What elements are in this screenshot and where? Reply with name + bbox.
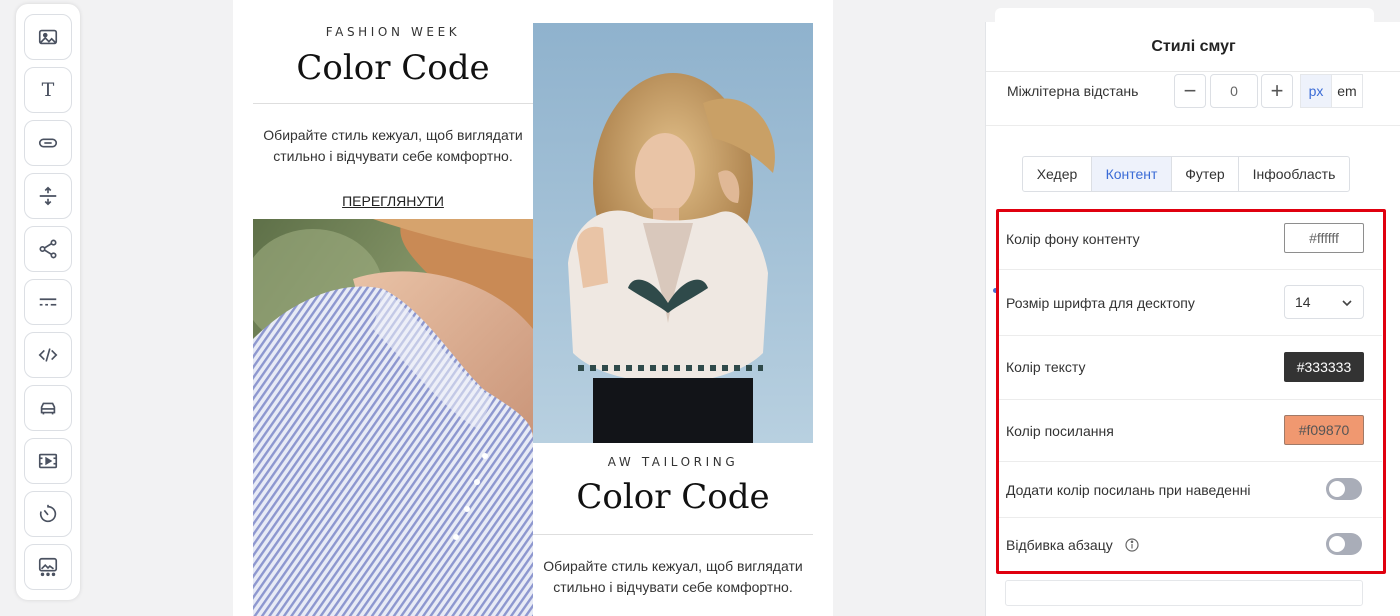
paragraph-spacing-label-wrap: Відбивка абзацу bbox=[1006, 537, 1139, 553]
next-setting-field bbox=[1005, 580, 1363, 606]
text-color-label: Колір тексту bbox=[1006, 359, 1086, 375]
text-color-picker[interactable]: #333333 bbox=[1284, 352, 1364, 382]
right-headline: Color Code bbox=[576, 477, 770, 517]
spacer-block-button[interactable] bbox=[24, 173, 72, 219]
timer-block-button[interactable] bbox=[24, 491, 72, 537]
info-icon[interactable] bbox=[1125, 538, 1139, 552]
menu-block-button[interactable] bbox=[24, 385, 72, 431]
divider-block-button[interactable] bbox=[24, 279, 72, 325]
paragraph-spacing-row: Відбивка абзацу bbox=[998, 518, 1382, 572]
text-block-icon: T bbox=[41, 79, 55, 101]
unit-px-button[interactable]: px bbox=[1300, 74, 1332, 108]
hover-link-color-row: Додати колір посилань при наведенні bbox=[998, 462, 1382, 518]
letter-spacing-decrease-button[interactable]: − bbox=[1174, 74, 1206, 108]
tab-footer[interactable]: Футер bbox=[1172, 157, 1239, 191]
link-color-picker[interactable]: #f09870 bbox=[1284, 415, 1364, 445]
toggle-knob bbox=[1329, 481, 1345, 497]
striped-shirt-photo bbox=[253, 219, 533, 616]
block-toolbar: T bbox=[16, 4, 80, 600]
letter-spacing-increase-button[interactable]: + bbox=[1261, 74, 1293, 108]
panel-title: Стилі смуг bbox=[986, 22, 1400, 72]
content-bg-color-row: Колір фону контенту #ffffff bbox=[998, 212, 1382, 270]
video-block-button[interactable] bbox=[24, 438, 72, 484]
tab-content[interactable]: Контент bbox=[1092, 157, 1172, 191]
right-content-column: AW TAILORING Color Code Обирайте стиль к… bbox=[533, 0, 813, 616]
section-tabs: Хедер Контент Футер Інфообласть bbox=[1022, 156, 1350, 192]
desktop-font-size-label: Розмір шрифта для десктопу bbox=[1006, 295, 1195, 311]
hover-link-color-label: Додати колір посилань при наведенні bbox=[1006, 482, 1251, 498]
left-body-line-1: Обирайте стиль кежуал, щоб виглядати bbox=[263, 127, 523, 143]
right-body-line-2: стильно і відчувати себе комфортно. bbox=[553, 579, 793, 595]
tab-info-area[interactable]: Інфообласть bbox=[1239, 157, 1349, 191]
banner-block-button[interactable] bbox=[24, 544, 72, 590]
text-block-button[interactable]: T bbox=[24, 67, 72, 113]
paragraph-spacing-label: Відбивка абзацу bbox=[1006, 537, 1113, 553]
link-color-row: Колір посилання #f09870 bbox=[998, 400, 1382, 462]
link-color-label: Колір посилання bbox=[1006, 423, 1114, 439]
button-block-icon bbox=[38, 138, 58, 148]
toggle-knob bbox=[1329, 536, 1345, 552]
timer-block-icon bbox=[39, 504, 57, 523]
content-bg-color-label: Колір фону контенту bbox=[1006, 231, 1140, 247]
desktop-font-size-row: Розмір шрифта для десктопу 14 bbox=[998, 270, 1382, 336]
left-kicker: FASHION WEEK bbox=[325, 25, 461, 39]
text-color-row: Колір тексту #333333 bbox=[998, 336, 1382, 400]
right-divider bbox=[533, 534, 813, 535]
button-block-button[interactable] bbox=[24, 120, 72, 166]
left-content-column: FASHION WEEK Color Code Обирайте стиль к… bbox=[253, 0, 533, 616]
hover-link-color-toggle[interactable] bbox=[1326, 478, 1362, 500]
divider-block-icon bbox=[39, 298, 57, 306]
right-body-line-1: Обирайте стиль кежуал, щоб виглядати bbox=[543, 558, 803, 574]
html-block-icon bbox=[38, 348, 58, 362]
panel-separator bbox=[986, 125, 1400, 126]
view-link[interactable]: ПЕРЕГЛЯНУТИ bbox=[253, 193, 533, 209]
blonde-woman-photo bbox=[533, 23, 813, 443]
column-notch bbox=[656, 0, 690, 18]
spacer-block-icon bbox=[39, 186, 57, 206]
html-block-button[interactable] bbox=[24, 332, 72, 378]
image-block-button[interactable] bbox=[24, 14, 72, 60]
banner-block-icon bbox=[38, 557, 58, 577]
email-preview: FASHION WEEK Color Code Обирайте стиль к… bbox=[233, 0, 833, 616]
social-block-button[interactable] bbox=[24, 226, 72, 272]
left-body-line-2: стильно і відчувати себе комфортно. bbox=[273, 148, 513, 164]
left-headline: Color Code bbox=[296, 48, 490, 88]
video-block-icon bbox=[38, 453, 58, 469]
social-block-icon bbox=[39, 239, 57, 259]
tab-header[interactable]: Хедер bbox=[1023, 157, 1092, 191]
chevron-down-icon bbox=[1342, 300, 1352, 307]
desktop-font-size-select[interactable]: 14 bbox=[1284, 285, 1364, 319]
right-kicker: AW TAILORING bbox=[607, 455, 739, 469]
letter-spacing-input[interactable]: 0 bbox=[1210, 74, 1258, 108]
paragraph-spacing-toggle[interactable] bbox=[1326, 533, 1362, 555]
desktop-font-size-value: 14 bbox=[1295, 294, 1311, 310]
unit-em-button[interactable]: em bbox=[1331, 74, 1363, 108]
image-block-icon bbox=[38, 29, 58, 45]
letter-spacing-label: Міжлітерна відстань bbox=[1007, 83, 1139, 99]
content-bg-color-picker[interactable]: #ffffff bbox=[1284, 223, 1364, 253]
left-divider bbox=[253, 103, 533, 104]
menu-block-icon bbox=[40, 402, 56, 415]
